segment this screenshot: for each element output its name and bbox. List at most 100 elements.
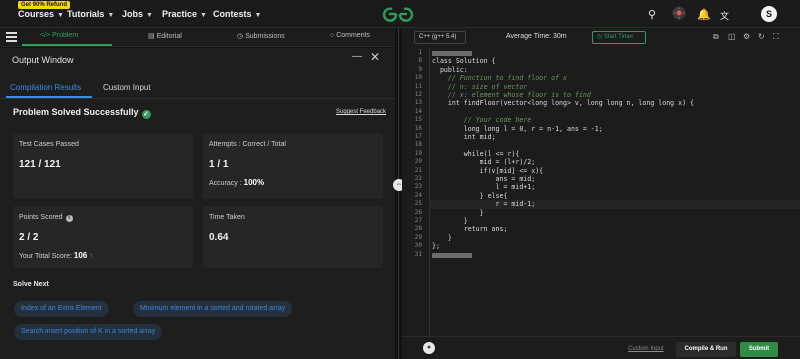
settings-icon[interactable]: ⚙	[743, 32, 750, 41]
submit-button[interactable]: Submit	[740, 342, 778, 357]
divider-line	[398, 28, 399, 359]
reset-icon[interactable]: ↻	[758, 32, 765, 41]
accuracy-value: 100%	[243, 178, 265, 187]
solve-next-item[interactable]: Minimum element in a sorted and rotated …	[133, 301, 293, 317]
line-number: 18	[414, 141, 422, 149]
card-value: 121 / 121	[19, 159, 61, 170]
promo-badge[interactable]: Get 90% Refund	[18, 1, 71, 9]
code-line: return ans;	[432, 225, 508, 234]
tab-label: Comments	[336, 32, 371, 39]
card-value: 1 / 1	[209, 159, 229, 170]
solve-next-item[interactable]: Index of an Extra Element	[14, 301, 109, 317]
copy-icon[interactable]: ⧉	[713, 32, 719, 42]
nav-label: Courses	[18, 9, 55, 19]
line-number: 14	[414, 107, 422, 115]
accuracy-label: Accuracy :	[209, 180, 242, 187]
code-line: public:	[432, 65, 468, 74]
code-line: if(v[mid] <= x){	[432, 166, 544, 175]
suggest-feedback-link[interactable]: Suggest Feedback	[336, 109, 386, 115]
chevron-down-icon: ▼	[107, 12, 115, 19]
editor-toolbar: C++ (g++ 5.4) Average Time: 30m ◷ Start …	[402, 28, 800, 47]
nav-tutorials[interactable]: Tutorials ▼	[67, 9, 114, 19]
code-line: l = mid+1;	[432, 183, 536, 192]
code-line: } else{	[432, 191, 508, 200]
nav-label: Contests	[213, 9, 252, 19]
nav-contests[interactable]: Contests ▼	[213, 9, 261, 19]
tab-label: Problem	[52, 32, 79, 39]
active-tab-indicator	[22, 44, 112, 46]
card-label: Time Taken	[209, 214, 245, 221]
tab-label: Editorial	[156, 33, 182, 40]
fullscreen-icon[interactable]: ⛶	[773, 32, 779, 42]
split-divider[interactable]	[395, 28, 402, 359]
divider	[0, 98, 395, 99]
nav-jobs[interactable]: Jobs ▼	[122, 9, 153, 19]
points-card: Points Scored i 2 / 2 Your Total Score: 1…	[13, 206, 193, 268]
output-window-title: Output Window	[12, 55, 74, 65]
total-score: Your Total Score: 106 ↑	[19, 251, 93, 260]
language-select[interactable]: C++ (g++ 5.4)	[414, 31, 466, 44]
code-line: long long l = 0, r = n-1, ans = -1;	[432, 124, 603, 133]
nav-practice[interactable]: Practice ▼	[162, 9, 207, 19]
line-gutter: 1 8 9 10 11 12 13 14 15 16 17 18 19 20 21 22 23 24 25 26 27 2…	[402, 47, 426, 336]
code-line: }	[432, 217, 468, 225]
logo-icon[interactable]	[380, 5, 416, 23]
compile-run-button[interactable]: Compile & Run	[676, 342, 736, 357]
total-score-value: 106	[73, 251, 88, 260]
tab-editorial[interactable]: ▤ Editorial	[148, 32, 182, 40]
tab-custom-input[interactable]: Custom Input	[103, 83, 151, 92]
test-cases-card: Test Cases Passed 121 / 121	[13, 133, 193, 199]
card-value: 2 / 2	[19, 232, 39, 243]
search-icon[interactable]: ⚲	[648, 8, 656, 21]
chevron-down-icon: ▼	[146, 12, 153, 19]
tab-problem[interactable]: </> Problem	[40, 32, 78, 39]
code-line: ans = mid;	[432, 175, 536, 183]
language-label: C++ (g++ 5.4)	[419, 34, 457, 40]
avatar[interactable]: S	[761, 6, 777, 22]
start-timer-button[interactable]: ◷ Start Timer	[592, 31, 646, 44]
output-window: Output Window — ✕ Compilation Results Cu…	[0, 48, 395, 359]
code-line: int mid;	[432, 133, 496, 141]
folded-code-marker[interactable]	[432, 252, 472, 258]
line-number: 9	[418, 65, 422, 73]
bell-icon[interactable]: 🔔	[697, 8, 711, 21]
code-line: class Solution {	[432, 57, 496, 66]
line-number: 20	[414, 158, 422, 166]
status-text: Problem Solved Successfully	[13, 107, 139, 117]
line-number: 16	[414, 124, 422, 132]
line-number: 19	[414, 149, 422, 157]
nav-label: Tutorials	[67, 9, 105, 19]
tab-comments[interactable]: ○ Comments	[330, 32, 370, 39]
custom-input-link[interactable]: Custom Input	[628, 346, 664, 352]
minimize-icon[interactable]: —	[352, 51, 362, 62]
lightbulb-icon[interactable]: ●	[423, 342, 435, 354]
code-line: while(l <= r){	[432, 149, 520, 158]
line-number: 22	[414, 175, 422, 182]
translate-icon[interactable]: 文	[720, 9, 729, 22]
solve-next-item[interactable]: Search insert position of K in a sorted …	[14, 324, 163, 340]
editor-footer: ● Custom Input Compile & Run Submit	[402, 336, 800, 359]
code-editor[interactable]: 1 8 9 10 11 12 13 14 15 16 17 18 19 20 21 22 23 24 25 26 27 2…	[402, 47, 800, 336]
line-number: 10	[414, 74, 422, 82]
close-icon[interactable]: ✕	[370, 50, 380, 64]
code-line: int findFloor(vector<long long> v, long …	[432, 99, 695, 108]
tab-compilation-results[interactable]: Compilation Results	[10, 83, 81, 92]
menu-icon[interactable]	[6, 32, 17, 42]
line-number: 12	[414, 91, 422, 98]
dark-mode-toggle-icon[interactable]	[672, 6, 686, 20]
code-area[interactable]: class Solution { public: // Function to …	[429, 47, 800, 336]
folded-code-marker[interactable]	[432, 51, 472, 56]
status-message: Problem Solved Successfully ✓	[13, 107, 151, 119]
document-icon: ▤	[148, 33, 157, 40]
tab-submissions[interactable]: ◷ Submissions	[237, 32, 285, 40]
card-label: Attempts : Correct / Total	[209, 141, 286, 148]
code-icon: </>	[40, 32, 53, 39]
clock-icon: ◷	[237, 33, 246, 40]
info-icon[interactable]: i	[65, 215, 73, 222]
line-number: 1	[418, 49, 422, 56]
line-number: 15	[414, 116, 422, 124]
code-line: // Your code here	[432, 116, 532, 125]
code-line: mid = (l+r)/2;	[432, 158, 536, 167]
split-view-icon[interactable]: ◫	[728, 32, 736, 41]
nav-courses[interactable]: Courses ▼	[18, 9, 64, 19]
